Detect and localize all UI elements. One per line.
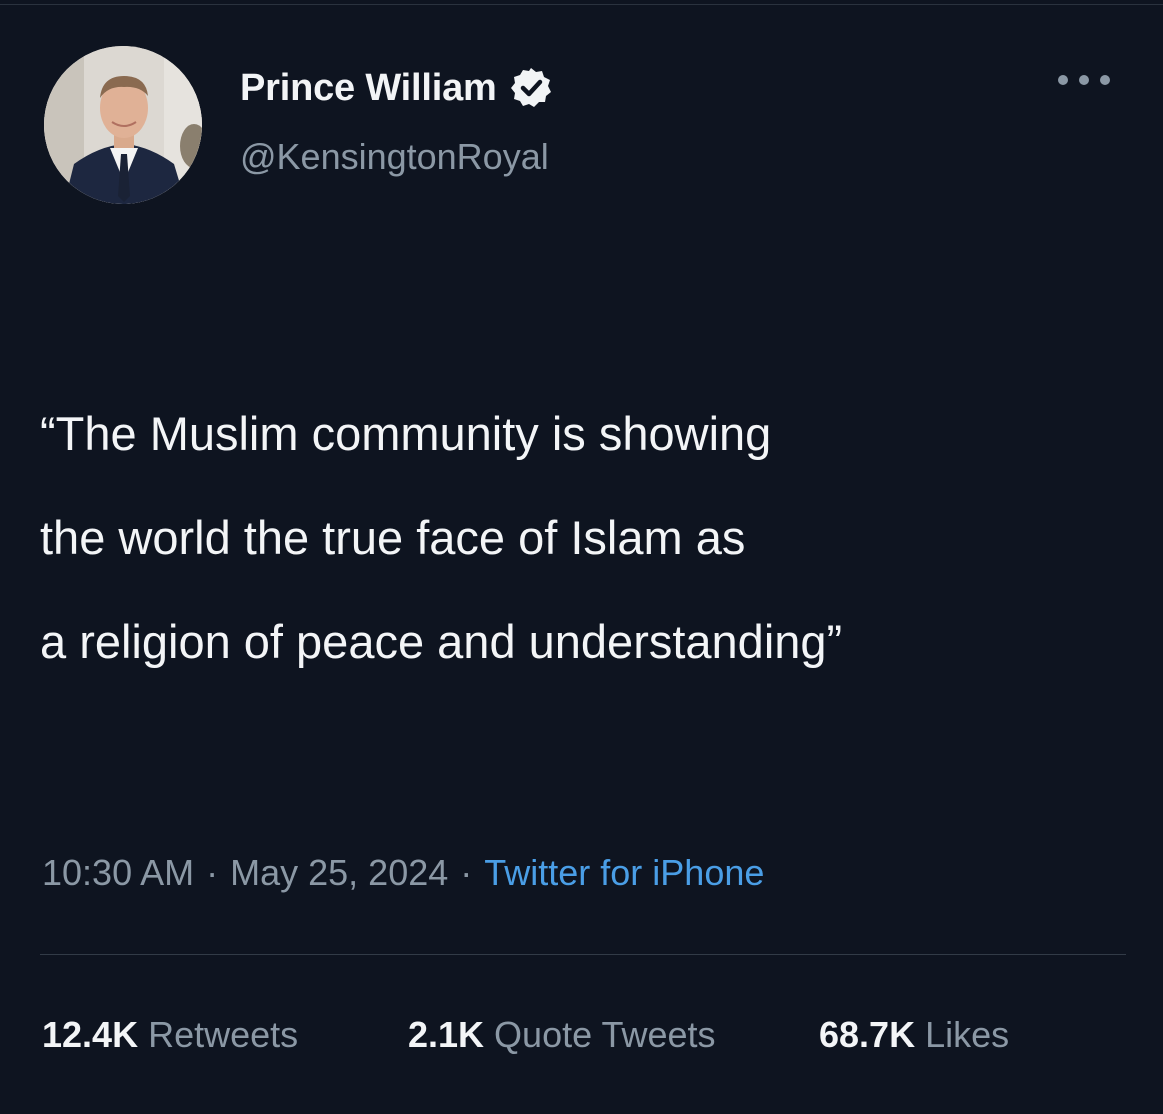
dot-icon <box>1058 75 1068 85</box>
retweets-stat[interactable]: 12.4K Retweets <box>42 1014 408 1056</box>
retweets-label: Retweets <box>148 1014 299 1055</box>
tweet-stats: 12.4K Retweets 2.1K Quote Tweets 68.7K Like… <box>42 1014 1009 1056</box>
quote-tweets-count: 2.1K <box>408 1014 485 1055</box>
meta-separator: · <box>460 852 473 893</box>
author-name-row: Prince William <box>240 64 553 112</box>
likes-stat[interactable]: 68.7K Likes <box>819 1014 1009 1056</box>
meta-separator: · <box>206 852 219 893</box>
top-divider <box>0 4 1163 5</box>
likes-count: 68.7K <box>819 1014 916 1055</box>
stats-divider <box>40 954 1126 955</box>
verified-badge-icon <box>510 68 551 107</box>
quote-tweets-stat[interactable]: 2.1K Quote Tweets <box>408 1014 819 1056</box>
tweet-date[interactable]: May 25, 2024 <box>230 852 448 893</box>
tweet-text-line: “The Muslim community is showing <box>40 407 772 460</box>
retweets-count: 12.4K <box>42 1014 139 1055</box>
tweet-text: “The Muslim community is showing the wor… <box>40 382 1140 694</box>
quote-tweets-label: Quote Tweets <box>494 1014 716 1055</box>
author-handle[interactable]: @KensingtonRoyal <box>240 136 549 178</box>
dot-icon <box>1079 75 1089 85</box>
avatar[interactable] <box>44 46 202 204</box>
dot-icon <box>1100 75 1110 85</box>
tweet-text-line: the world the true face of Islam as <box>40 511 746 564</box>
more-options-icon[interactable] <box>1058 68 1110 92</box>
tweet-time[interactable]: 10:30 AM <box>42 852 194 893</box>
likes-label: Likes <box>925 1014 1010 1055</box>
tweet-text-line: a religion of peace and understanding” <box>40 615 843 668</box>
tweet-meta: 10:30 AM · May 25, 2024 · Twitter for iPhone <box>42 852 764 894</box>
tweet-source-link[interactable]: Twitter for iPhone <box>484 852 764 893</box>
display-name[interactable]: Prince William <box>240 67 497 110</box>
